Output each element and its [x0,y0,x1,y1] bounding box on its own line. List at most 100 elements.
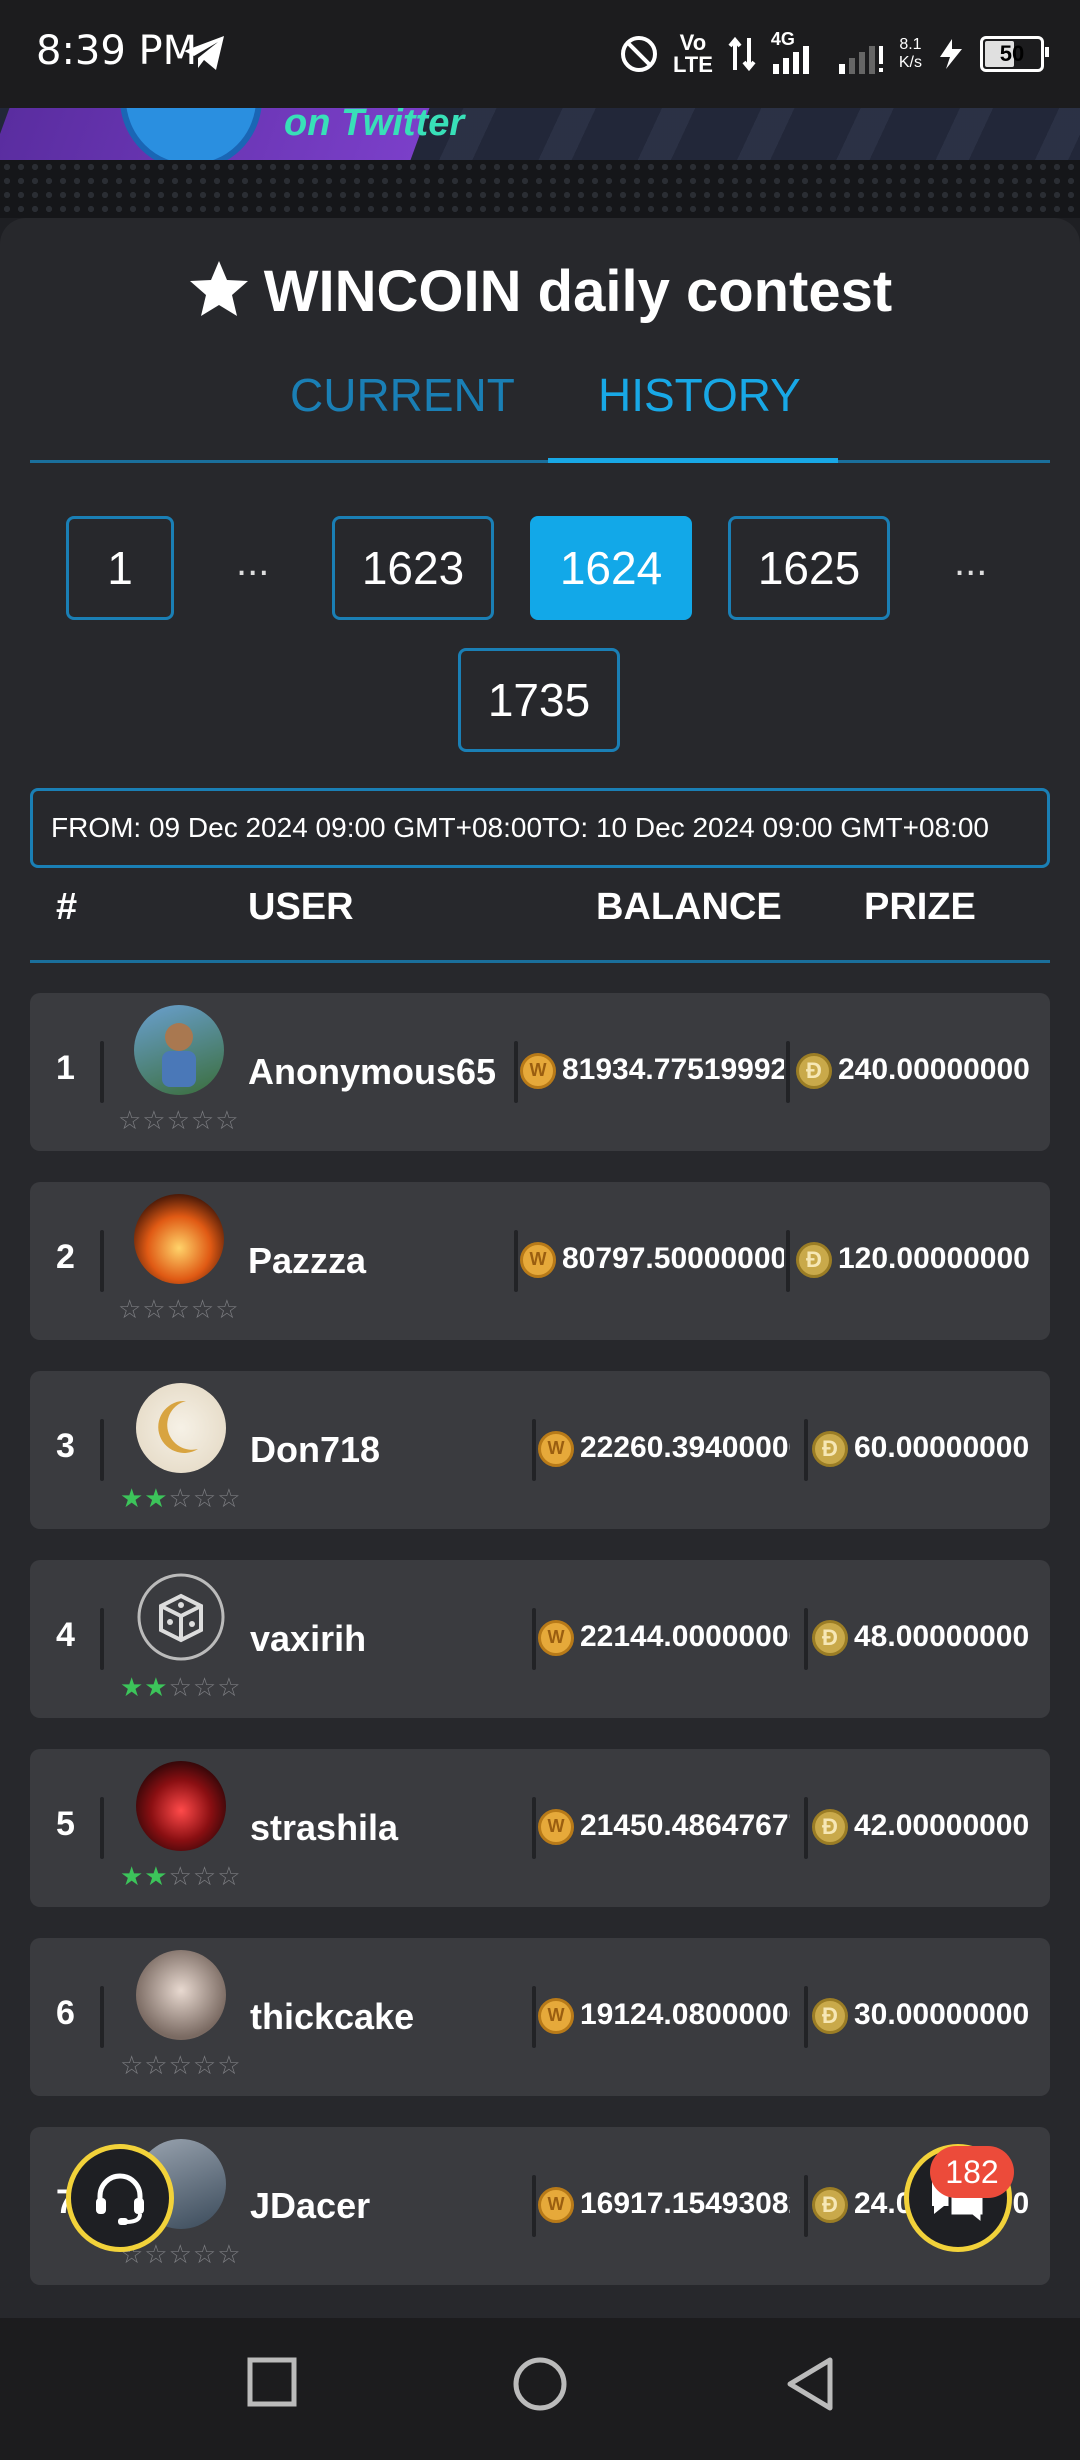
tab-divider [30,460,1050,463]
contest-tabs: CURRENT HISTORY [30,368,1050,462]
row-balance: 81934.77519992 [562,1053,784,1086]
row-balance: 22260.39400000 [580,1431,790,1464]
row-username[interactable]: Pazzza [248,1240,366,1282]
row-balance: 80797.50000000 [562,1242,784,1275]
avatar [134,1194,224,1284]
doge-coin-icon [812,1998,848,2034]
rating-stars: ★★☆☆☆ [120,1861,242,1891]
range-to: TO: 10 Dec 2024 09:00 GMT+08:00 [542,812,990,843]
contest-title: WINCOIN daily contest [0,258,1080,325]
contest-panel: WINCOIN daily contest CURRENT HISTORY 1 … [0,218,1080,2318]
doge-coin-icon [812,1809,848,1845]
row-balance: 21450.48647677 [580,1809,790,1842]
row-balance: 16917.15493082 [580,2187,790,2220]
doge-coin-icon [812,1620,848,1656]
wincoin-icon [520,1053,556,1089]
row-balance: 19124.08000000 [580,1998,790,2031]
doge-coin-icon [796,1053,832,1089]
doge-coin-icon [796,1242,832,1278]
rating-stars: ☆☆☆☆☆ [118,1294,240,1324]
dnd-icon [620,36,657,72]
row-rank: 4 [56,1616,75,1654]
avatar [136,1950,226,2040]
rating-stars: ★★☆☆☆ [120,1483,242,1513]
row-username[interactable]: Anonymous65 [248,1051,496,1093]
row-prize: 48.00000000 [854,1620,1030,1653]
promo-banner[interactable]: on Twitter [0,108,1080,218]
headset-icon [96,2173,144,2225]
header-rank: # [56,886,78,928]
table-row[interactable]: 7 ☆☆☆☆☆ JDacer 16917.15493082 24.0000000… [30,2127,1050,2285]
wincoin-icon [538,1431,574,1467]
avatar [136,1761,226,1851]
table-row[interactable]: 4 ★★☆☆☆ vaxirih 22144.00000000 48.000000… [30,1560,1050,1718]
row-rank: 2 [56,1238,75,1276]
doge-coin-icon [812,2187,848,2223]
page-button-next[interactable]: 1625 [728,516,890,620]
row-prize: 60.00000000 [854,1431,1030,1464]
support-button[interactable] [66,2144,174,2252]
row-username[interactable]: Don718 [250,1429,380,1471]
signal-icon [772,46,809,74]
tab-history[interactable]: HISTORY [598,368,801,422]
status-bar: 8:39 PM Vo LTE 4G 8.1 K/s 50 [0,0,1080,108]
pagination-ellipsis: ... [954,540,988,584]
recents-icon[interactable] [246,2356,298,2408]
avatar [136,1383,226,1473]
tab-active-indicator [548,458,838,463]
avatar [136,1572,226,1662]
header-user: USER [248,886,354,928]
row-rank: 3 [56,1427,75,1465]
row-username[interactable]: strashila [250,1807,398,1849]
row-prize: 120.00000000 [838,1242,1030,1275]
pagination-ellipsis: ... [236,540,270,584]
status-icons: Vo LTE 4G 8.1 K/s 50 [619,26,1049,82]
wincoin-icon [538,2187,574,2223]
header-prize: PRIZE [864,886,976,928]
home-icon[interactable] [512,2356,568,2412]
row-prize: 42.00000000 [854,1809,1030,1842]
row-rank: 5 [56,1805,75,1843]
signal-4g: 4G [771,29,823,76]
row-username[interactable]: vaxirih [250,1618,366,1660]
rating-stars: ☆☆☆☆☆ [120,2050,242,2080]
page-button-prev[interactable]: 1623 [332,516,494,620]
table-row[interactable]: 5 ★★☆☆☆ strashila 21450.48647677 42.0000… [30,1749,1050,1907]
row-prize: 30.00000000 [854,1998,1030,2031]
table-row[interactable]: 1 ☆☆☆☆☆ Anonymous65 81934.77519992 240.0… [30,993,1050,1151]
range-from: FROM: 09 Dec 2024 09:00 GMT+08:00 [51,812,543,843]
status-time: 8:39 PM [36,28,198,74]
table-row[interactable]: 3 ★★☆☆☆ Don718 22260.39400000 60.0000000… [30,1371,1050,1529]
row-username[interactable]: JDacer [250,2185,370,2227]
page-button-first[interactable]: 1 [66,516,174,620]
doge-coin-icon [812,1431,848,1467]
date-range: FROM: 09 Dec 2024 09:00 GMT+08:00 TO: 10… [30,788,1050,868]
table-row[interactable]: 6 ☆☆☆☆☆ thickcake 19124.08000000 30.0000… [30,1938,1050,2096]
row-rank: 1 [56,1049,75,1087]
table-header: # USER BALANCE PRIZE [30,878,1050,942]
row-rank: 6 [56,1994,75,2032]
wincoin-icon [538,1809,574,1845]
table-row[interactable]: 2 ☆☆☆☆☆ Pazzza 80797.50000000 120.000000… [30,1182,1050,1340]
page-button-last[interactable]: 1735 [458,648,620,752]
system-nav-bar [0,2318,1080,2460]
telegram-icon [184,36,224,70]
wincoin-icon [538,1998,574,2034]
battery-level: 50 [999,41,1025,66]
page-button-current[interactable]: 1624 [530,516,692,620]
back-icon[interactable] [784,2356,836,2412]
charging-icon [940,39,962,69]
header-balance: BALANCE [596,886,782,928]
row-prize: 240.00000000 [838,1053,1030,1086]
wincoin-icon [520,1242,556,1278]
data-transfer-icon [728,36,756,72]
signal-weak-icon [838,46,883,74]
row-balance: 22144.00000000 [580,1620,790,1653]
dice-icon [137,1573,225,1661]
volte-indicator: Vo LTE [672,30,713,77]
rating-stars: ★★☆☆☆ [120,1672,242,1702]
tab-current[interactable]: CURRENT [290,368,515,422]
row-username[interactable]: thickcake [250,1996,414,2038]
header-divider [30,960,1050,963]
star-icon [189,261,248,316]
